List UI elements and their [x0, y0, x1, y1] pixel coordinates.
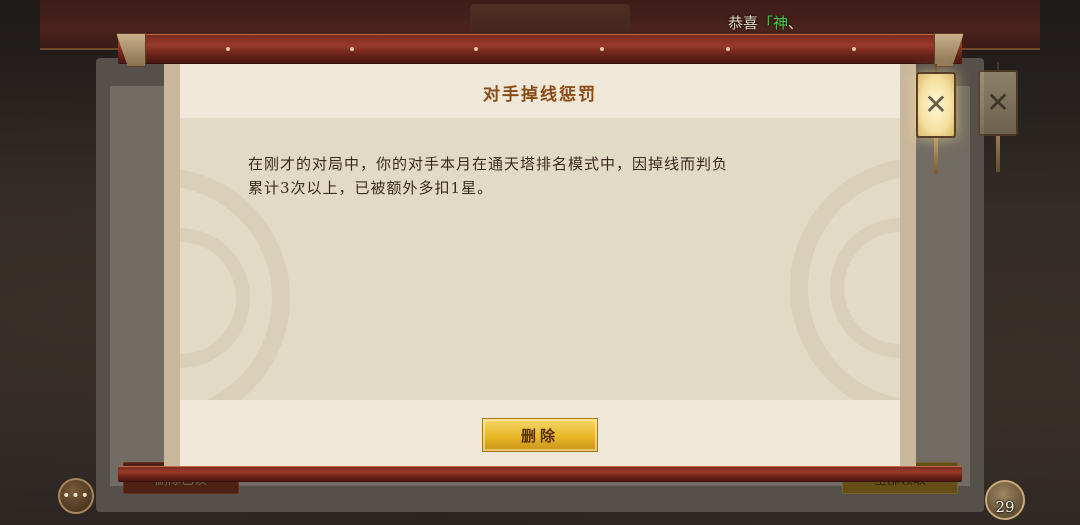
- congrats-prefix: 恭喜: [728, 14, 759, 32]
- lantern-body: ✕: [916, 72, 956, 138]
- rod-stud: [852, 47, 856, 51]
- rod-stud: [226, 47, 230, 51]
- level-number: 29: [995, 498, 1015, 516]
- lantern-body: ✕: [978, 70, 1018, 136]
- congrats-name: 神: [773, 14, 789, 32]
- lantern-tassel: [996, 136, 1000, 172]
- chat-bubble-icon: •••: [62, 488, 90, 504]
- message-line-1: 在刚才的对局中，你的对手本月在通天塔排名模式中，因掉线而判负: [248, 155, 729, 173]
- rod-stud: [474, 47, 478, 51]
- rod-stud: [350, 47, 354, 51]
- congrats-ticker: 恭喜「神、: [728, 12, 803, 33]
- dialog-title: 对手掉线惩罚: [483, 85, 597, 105]
- delete-button[interactable]: 删除: [482, 418, 598, 452]
- dialog-scroll: 对手掉线惩罚 在刚才的对局中，你的对手本月在通天塔排名模式中，因掉线而判负 累计…: [164, 62, 916, 468]
- scroll-rod-bottom: [118, 466, 962, 482]
- congrats-bracket: 「: [758, 14, 774, 32]
- chat-button[interactable]: •••: [58, 478, 94, 514]
- dialog-title-band: 对手掉线惩罚: [180, 62, 900, 118]
- close-icon: ✕: [924, 88, 948, 121]
- rod-stud: [726, 47, 730, 51]
- close-icon: ✕: [986, 86, 1010, 119]
- rod-cap-right: [934, 33, 964, 67]
- scroll-rod-top: [116, 33, 964, 67]
- message-line-2: 累计3次以上，已被额外多扣1星。: [248, 179, 494, 197]
- rod-stud: [600, 47, 604, 51]
- rod-cap-left: [116, 33, 146, 67]
- dialog-message: 在刚才的对局中，你的对手本月在通天塔排名模式中，因掉线而判负 累计3次以上，已被…: [248, 152, 828, 200]
- congrats-suffix: 、: [788, 14, 804, 32]
- lantern-tassel: [934, 138, 938, 174]
